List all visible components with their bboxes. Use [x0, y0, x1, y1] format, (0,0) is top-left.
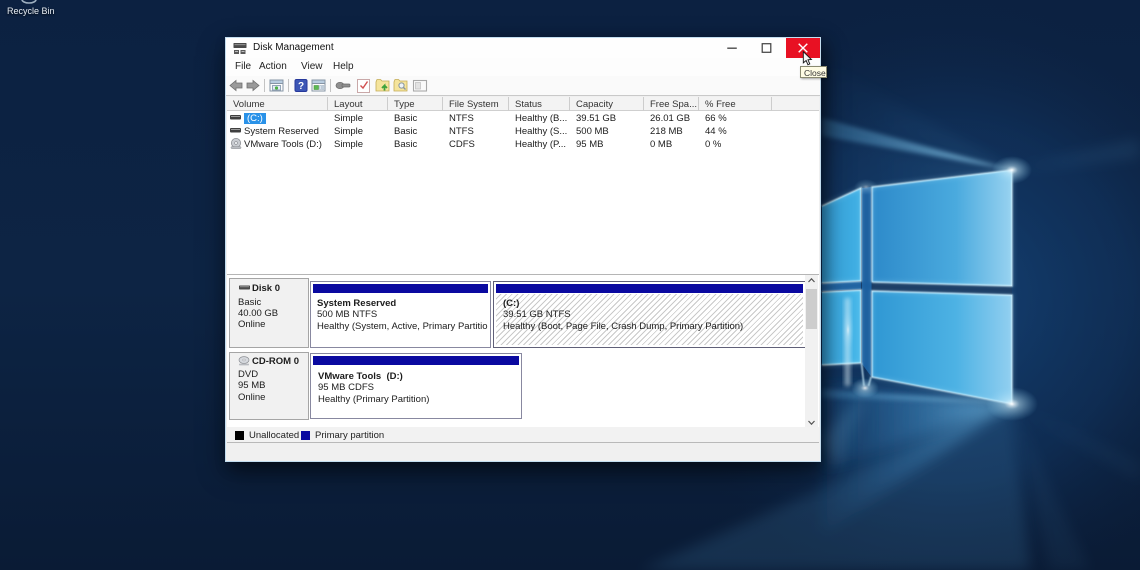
- svg-text:?: ?: [298, 81, 304, 92]
